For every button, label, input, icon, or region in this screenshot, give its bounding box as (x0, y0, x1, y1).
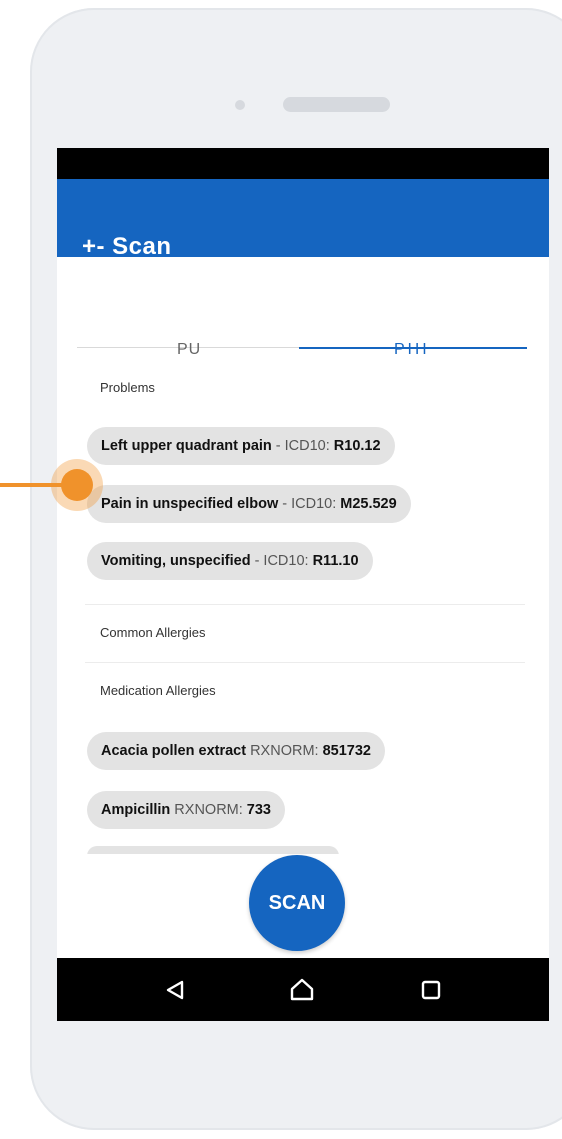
tab-bar: PU PHI (57, 335, 549, 365)
allergy-chip[interactable]: Ampicillin RXNORM: 733 (87, 791, 285, 829)
problem-code: R10.12 (333, 438, 381, 454)
problem-code: M25.529 (340, 496, 397, 512)
code-label: - ICD10: (282, 496, 337, 512)
problems-heading: Problems (100, 380, 155, 395)
app-screen: +- Scan PU PHI Problems Left upper quadr… (57, 148, 549, 1021)
app-bar: +- Scan (57, 179, 549, 260)
tab-phi[interactable]: PHI (394, 341, 430, 359)
allergy-name: Acacia pollen extract (101, 743, 247, 759)
common-allergies-heading: Common Allergies (100, 625, 206, 640)
speaker-grille (283, 97, 390, 112)
status-bar (57, 148, 549, 179)
app-title: +- Scan (82, 233, 172, 260)
problem-name: Pain in unspecified elbow (101, 496, 279, 512)
allergy-code: 851732 (322, 743, 371, 759)
scan-button[interactable]: SCAN (249, 855, 345, 951)
system-nav-bar (57, 958, 549, 1021)
recent-apps-icon[interactable] (411, 970, 451, 1010)
code-label: - ICD10: (275, 438, 330, 454)
divider (85, 604, 525, 605)
problem-name: Vomiting, unspecified (101, 553, 251, 569)
problem-chip[interactable]: Vomiting, unspecified - ICD10: R11.10 (87, 542, 373, 580)
code-label: RXNORM: (250, 743, 319, 759)
code-label: RXNORM: (174, 802, 243, 818)
allergy-code: 733 (246, 802, 271, 818)
divider (85, 662, 525, 663)
code-label: - ICD10: (254, 553, 309, 569)
problem-chip[interactable]: Pain in unspecified elbow - ICD10: M25.5… (87, 485, 411, 523)
tab-pu[interactable]: PU (177, 341, 201, 359)
allergy-chip[interactable]: Acacia pollen extract RXNORM: 851732 (87, 732, 385, 770)
problem-chip[interactable]: Left upper quadrant pain - ICD10: R10.12 (87, 427, 395, 465)
problem-code: R11.10 (312, 553, 359, 569)
back-icon[interactable] (155, 970, 195, 1010)
allergy-name: Ampicillin (101, 802, 171, 818)
camera-dot (235, 100, 245, 110)
problem-name: Left upper quadrant pain (101, 438, 272, 454)
callout-dot (61, 469, 93, 501)
medication-allergies-heading: Medication Allergies (100, 683, 216, 698)
home-icon[interactable] (282, 970, 322, 1010)
